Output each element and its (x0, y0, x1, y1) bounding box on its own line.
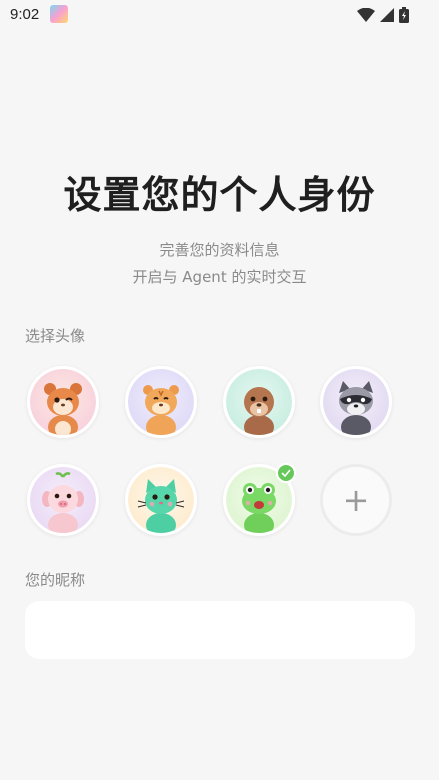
app-notification-icon (50, 5, 68, 23)
subtitle-line-2: 开启与 Agent 的实时交互 (132, 268, 307, 286)
status-bar: 9:02 (0, 0, 439, 30)
subtitle-line-1: 完善您的资料信息 (159, 241, 280, 259)
selected-check-icon (276, 463, 296, 483)
beaver-icon (244, 387, 274, 435)
status-icons (357, 6, 409, 24)
raccoon-icon (339, 381, 373, 435)
avatar-option-beaver[interactable] (223, 366, 295, 438)
avatar-option-tiger[interactable] (125, 366, 197, 438)
nickname-section-label: 您的昵称 (25, 571, 86, 589)
pig-icon (42, 472, 84, 533)
tiger-icon (143, 385, 179, 435)
cat-icon (137, 479, 185, 533)
add-avatar-button[interactable]: + (320, 464, 392, 536)
page-title: 设置您的个人身份 (63, 173, 376, 217)
avatar-option-squirrel[interactable] (27, 366, 99, 438)
avatar-option-pig[interactable] (27, 464, 99, 536)
avatar-section-label: 选择头像 (25, 327, 86, 345)
avatar-option-raccoon[interactable] (320, 366, 392, 438)
plus-icon: + (342, 481, 370, 519)
status-time: 9:02 (10, 6, 40, 23)
wifi-icon (357, 8, 375, 22)
battery-icon (399, 7, 409, 23)
nickname-input[interactable] (25, 601, 415, 659)
signal-icon (380, 8, 394, 22)
avatar-option-cat[interactable] (125, 464, 197, 536)
squirrel-icon (44, 383, 82, 435)
